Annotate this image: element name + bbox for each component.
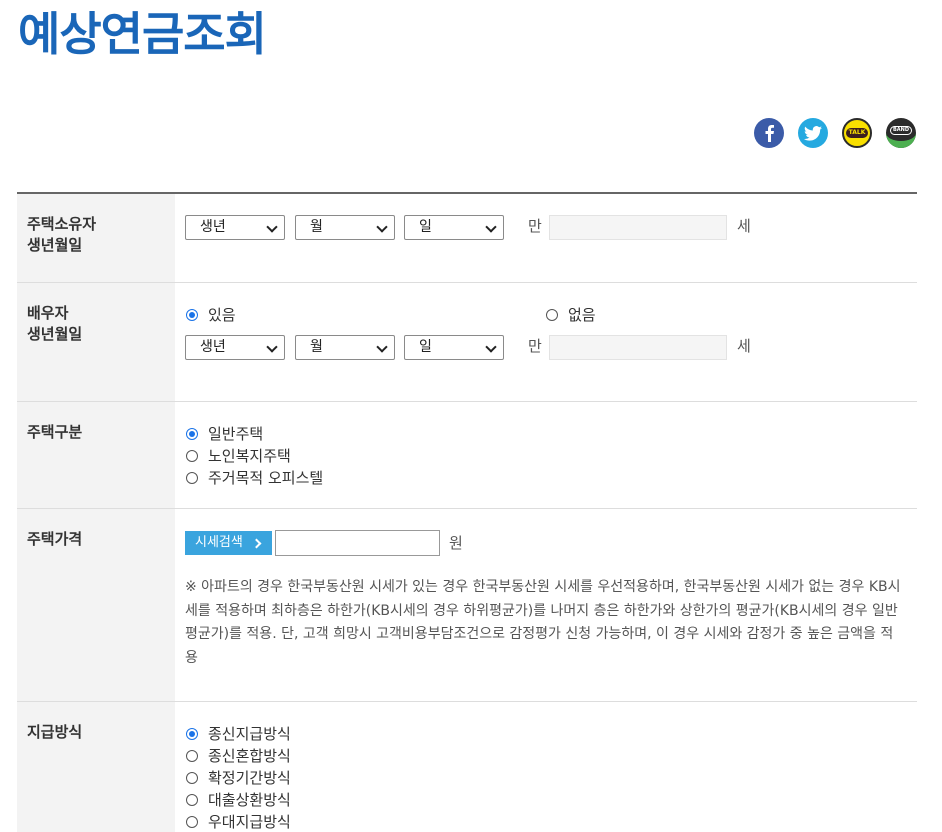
spouse-day-value: 일 [419, 339, 432, 355]
spouse-birth-label: 배우자 생년월일 [17, 283, 175, 401]
payment-lifetime-mixed-label: 종신혼합방식 [208, 747, 291, 765]
payment-preferential-radio[interactable]: 우대지급방식 [186, 811, 291, 832]
spouse-no-label: 없음 [568, 306, 596, 324]
house-price-unit: 원 [449, 534, 463, 552]
radio-unchecked-icon [186, 793, 198, 806]
radio-unchecked-icon [546, 308, 558, 321]
payment-fixed-period-label: 확정기간방식 [208, 769, 291, 787]
radio-checked-icon [186, 427, 198, 440]
house-type-general-radio[interactable]: 일반주택 [186, 423, 263, 444]
house-price-input[interactable] [275, 530, 440, 556]
facebook-icon[interactable] [754, 118, 784, 148]
share-bar: TALK BAND [754, 118, 916, 148]
chevron-down-icon [266, 341, 278, 353]
radio-unchecked-icon [186, 749, 198, 762]
spouse-age-suffix: 세 [737, 337, 751, 355]
owner-age-field [549, 215, 727, 240]
page-title: 예상연금조회 [18, 7, 267, 61]
band-icon-inner: BAND [886, 118, 916, 148]
house-type-body: 일반주택 노인복지주택 주거목적 오피스텔 [175, 402, 917, 508]
house-type-senior-radio[interactable]: 노인복지주택 [186, 445, 291, 466]
payment-lifetime-label: 종신지급방식 [208, 725, 291, 743]
owner-day-select[interactable]: 일 [404, 215, 504, 240]
house-type-officetel-label: 주거목적 오피스텔 [208, 469, 324, 487]
spouse-birth-body: 있음 없음 생년 월 일 만 세 [175, 283, 917, 401]
house-type-general-label: 일반주택 [208, 425, 264, 443]
house-price-label: 주택가격 [17, 509, 175, 701]
radio-unchecked-icon [186, 815, 198, 828]
radio-checked-icon [186, 308, 198, 321]
radio-unchecked-icon [186, 471, 198, 484]
pension-form: 주택소유자 생년월일 생년 월 일 만 세 배우자 생년월일 있음 없음 생년 … [17, 192, 917, 832]
spouse-month-value: 월 [310, 339, 323, 355]
spouse-no-radio[interactable]: 없음 [546, 304, 596, 325]
radio-checked-icon [186, 727, 198, 740]
chevron-right-icon [251, 538, 262, 549]
house-type-officetel-radio[interactable]: 주거목적 오피스텔 [186, 467, 323, 488]
twitter-icon[interactable] [798, 118, 828, 148]
payment-lifetime-radio[interactable]: 종신지급방식 [186, 723, 291, 744]
payment-lifetime-mixed-radio[interactable]: 종신혼합방식 [186, 745, 291, 766]
spouse-year-value: 생년 [200, 339, 226, 355]
payment-preferential-label: 우대지급방식 [208, 813, 291, 831]
row-payment-method: 지급방식 종신지급방식 종신혼합방식 확정기간방식 대출상환방식 우대지급방식 [17, 702, 917, 832]
band-label: BAND [889, 126, 912, 135]
band-icon[interactable]: BAND [886, 118, 916, 148]
row-house-price: 주택가격 시세검색 원 ※ 아파트의 경우 한국부동산원 시세가 있는 경우 한… [17, 509, 917, 702]
row-spouse-birth: 배우자 생년월일 있음 없음 생년 월 일 만 세 [17, 283, 917, 402]
spouse-day-select[interactable]: 일 [404, 335, 504, 360]
house-type-label: 주택구분 [17, 402, 175, 508]
spouse-age-field [549, 335, 727, 360]
owner-year-value: 생년 [200, 219, 226, 235]
payment-loan-repay-radio[interactable]: 대출상환방식 [186, 789, 291, 810]
kakaotalk-label: TALK [845, 128, 869, 138]
owner-month-select[interactable]: 월 [295, 215, 395, 240]
owner-month-value: 월 [310, 219, 323, 235]
payment-loan-repay-label: 대출상환방식 [208, 791, 291, 809]
spouse-yes-radio[interactable]: 있음 [186, 304, 236, 325]
chevron-down-icon [266, 221, 278, 233]
page: 예상연금조회 TALK BAND 주택소유자 생년월일 생년 월 일 만 세 배… [0, 0, 942, 832]
owner-day-value: 일 [419, 219, 432, 235]
price-notice: ※ 아파트의 경우 한국부동산원 시세가 있는 경우 한국부동산원 시세를 우선… [185, 579, 901, 666]
price-search-label: 시세검색 [195, 535, 243, 550]
row-house-type: 주택구분 일반주택 노인복지주택 주거목적 오피스텔 [17, 402, 917, 509]
spouse-month-select[interactable]: 월 [295, 335, 395, 360]
owner-year-select[interactable]: 생년 [185, 215, 285, 240]
payment-method-label: 지급방식 [17, 702, 175, 832]
price-search-button[interactable]: 시세검색 [185, 531, 272, 555]
chevron-down-icon [485, 341, 497, 353]
payment-method-body: 종신지급방식 종신혼합방식 확정기간방식 대출상환방식 우대지급방식 [175, 702, 917, 832]
chevron-down-icon [376, 221, 388, 233]
radio-unchecked-icon [186, 771, 198, 784]
radio-unchecked-icon [186, 449, 198, 462]
spouse-year-select[interactable]: 생년 [185, 335, 285, 360]
spouse-age-prefix: 만 [528, 337, 542, 355]
owner-birth-body: 생년 월 일 만 세 [175, 194, 917, 282]
owner-age-prefix: 만 [528, 217, 542, 235]
house-price-body: 시세검색 원 ※ 아파트의 경우 한국부동산원 시세가 있는 경우 한국부동산원… [175, 509, 917, 701]
owner-birth-label: 주택소유자 생년월일 [17, 194, 175, 282]
chevron-down-icon [485, 221, 497, 233]
chevron-down-icon [376, 341, 388, 353]
row-owner-birth: 주택소유자 생년월일 생년 월 일 만 세 [17, 194, 917, 283]
kakaotalk-icon[interactable]: TALK [842, 118, 872, 148]
owner-age-suffix: 세 [737, 217, 751, 235]
house-type-senior-label: 노인복지주택 [208, 447, 291, 465]
payment-fixed-period-radio[interactable]: 확정기간방식 [186, 767, 291, 788]
spouse-yes-label: 있음 [208, 306, 236, 324]
